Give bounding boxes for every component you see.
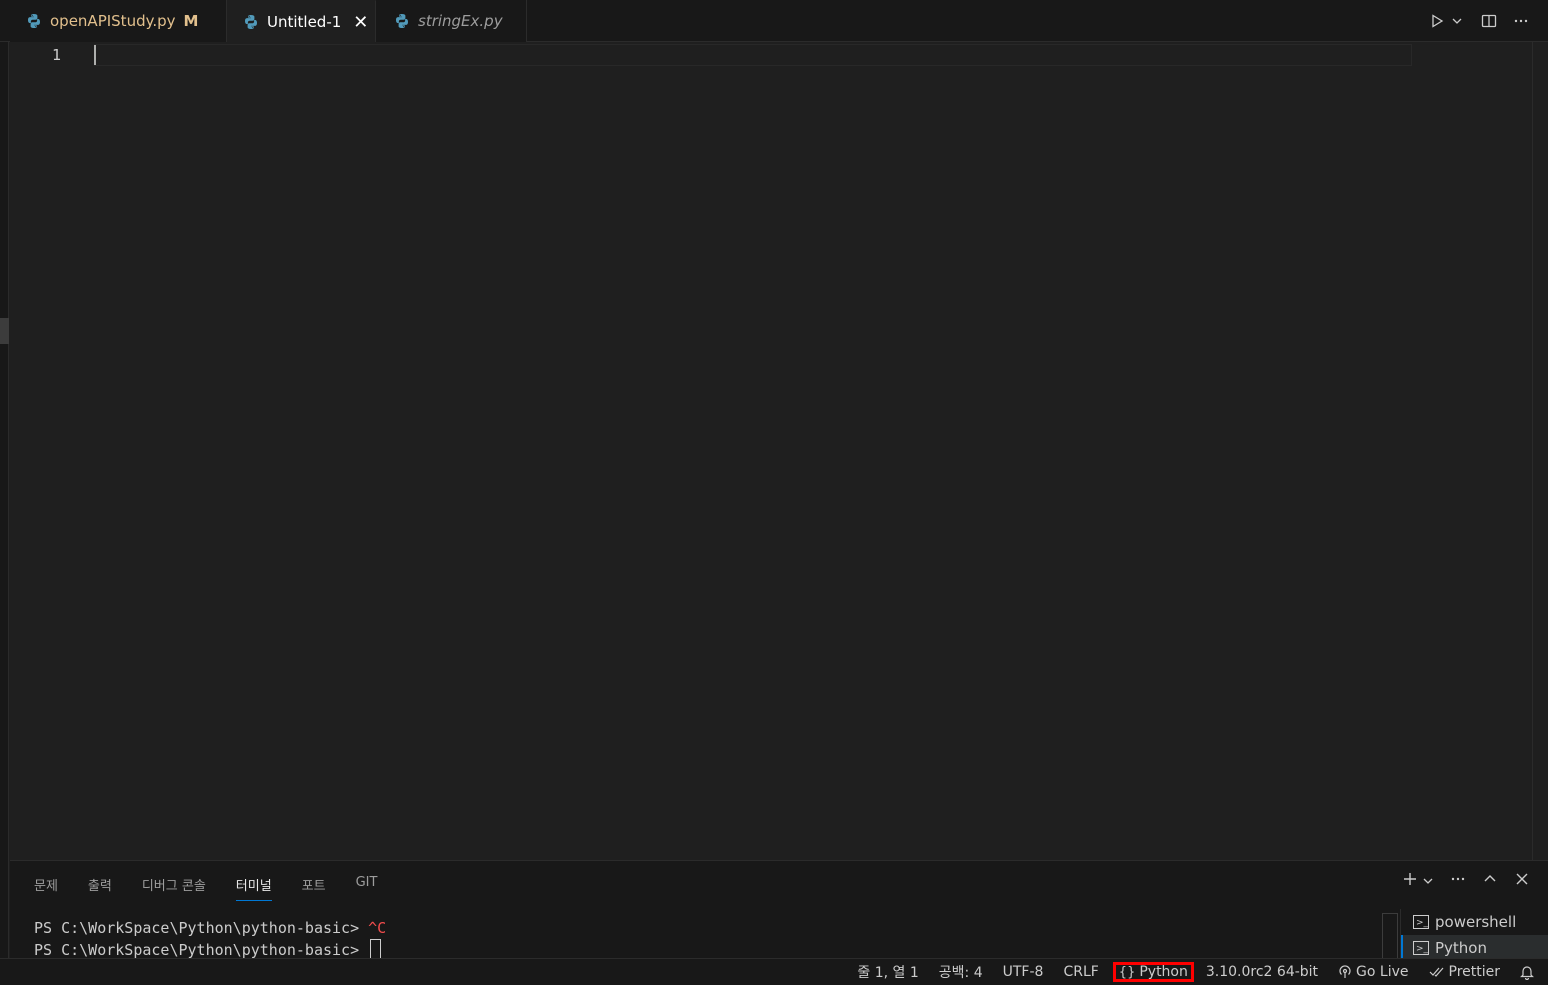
terminal-prompt: PS C:\WorkSpace\Python\python-basic>	[34, 941, 369, 959]
terminal-cursor	[370, 939, 382, 959]
tab-ports[interactable]: 포트	[302, 875, 326, 901]
terminal-line: PS C:\WorkSpace\Python\python-basic> ^C	[34, 917, 386, 939]
python-icon	[245, 15, 257, 29]
terminal-output[interactable]: PS C:\WorkSpace\Python\python-basic> ^C P…	[34, 917, 386, 961]
python-interpreter[interactable]: 3.10.0rc2 64-bit	[1206, 964, 1318, 980]
broadcast-icon	[1339, 965, 1351, 978]
python-icon	[396, 14, 408, 28]
editor-tab-bar: openAPIStudy.py M Untitled-1 ✕ stringEx.…	[0, 0, 1548, 43]
terminal-item-label: Python	[1435, 939, 1487, 957]
more-icon[interactable]	[1450, 871, 1466, 891]
tab-problems[interactable]: 문제	[34, 875, 58, 901]
interrupt-text: ^C	[368, 919, 387, 937]
tab-openapistudy[interactable]: openAPIStudy.py M	[10, 0, 227, 42]
go-live-button[interactable]: Go Live	[1338, 964, 1409, 980]
end-of-line[interactable]: CRLF	[1063, 964, 1098, 980]
tab-label: Untitled-1	[267, 13, 342, 31]
terminal-icon: >_	[1413, 915, 1429, 929]
status-bar: 줄 1, 열 1 공백: 4 UTF-8 CRLF {} Python 3.10…	[0, 958, 1548, 985]
status-items: 줄 1, 열 1 공백: 4 UTF-8 CRLF {} Python 3.10…	[837, 959, 1534, 985]
language-mode[interactable]: {} Python	[1112, 962, 1194, 982]
panel-actions	[1402, 871, 1530, 891]
text-caret	[94, 45, 96, 65]
tab-output[interactable]: 출력	[88, 875, 112, 901]
terminal-scrollbar[interactable]	[1382, 913, 1398, 959]
panel-tabs: 문제 출력 디버그 콘솔 터미널 포트 GIT	[34, 875, 407, 901]
maximize-panel-icon[interactable]	[1482, 871, 1498, 891]
braces-icon: {}	[1118, 964, 1136, 980]
close-icon[interactable]	[1514, 871, 1530, 891]
tab-label: stringEx.py	[418, 12, 503, 30]
editor-actions	[1428, 0, 1530, 42]
current-line-highlight	[94, 44, 1412, 66]
python-icon	[28, 14, 40, 28]
tab-label: openAPIStudy.py	[50, 12, 176, 30]
run-icon[interactable]	[1428, 12, 1446, 30]
editor-area[interactable]: 1	[10, 42, 1532, 860]
terminal-item-powershell[interactable]: >_ powershell	[1401, 909, 1548, 935]
activity-edge	[0, 0, 9, 985]
bell-icon[interactable]	[1520, 964, 1534, 980]
line-number: 1	[52, 46, 62, 64]
tab-debug-console[interactable]: 디버그 콘솔	[142, 875, 206, 901]
encoding[interactable]: UTF-8	[1003, 964, 1044, 980]
cursor-position[interactable]: 줄 1, 열 1	[857, 962, 918, 982]
double-check-icon	[1429, 967, 1443, 977]
chevron-down-icon[interactable]	[1422, 872, 1434, 891]
terminal-list: >_ powershell >_ Python	[1400, 909, 1548, 961]
language-label: Python	[1139, 964, 1188, 980]
bottom-panel: 문제 출력 디버그 콘솔 터미널 포트 GIT PS C:\WorkSpace\…	[10, 860, 1548, 961]
editor-scrollbar[interactable]	[1532, 42, 1548, 860]
go-live-label: Go Live	[1356, 964, 1409, 980]
add-terminal-icon[interactable]	[1402, 871, 1418, 891]
tab-git[interactable]: GIT	[356, 875, 378, 901]
close-icon[interactable]: ✕	[353, 12, 368, 33]
indentation[interactable]: 공백: 4	[939, 962, 983, 982]
terminal-prompt: PS C:\WorkSpace\Python\python-basic>	[34, 919, 369, 937]
chevron-down-icon[interactable]	[1448, 12, 1466, 30]
modified-badge: M	[183, 12, 199, 30]
terminal-item-label: powershell	[1435, 913, 1517, 931]
tab-terminal[interactable]: 터미널	[235, 875, 272, 901]
prettier-status[interactable]: Prettier	[1429, 964, 1501, 980]
tab-untitled-1[interactable]: Untitled-1 ✕	[227, 0, 376, 43]
prettier-label: Prettier	[1448, 964, 1501, 980]
tab-stringex[interactable]: stringEx.py	[376, 0, 527, 42]
terminal-icon: >_	[1413, 941, 1429, 955]
split-editor-icon[interactable]	[1480, 12, 1498, 30]
more-icon[interactable]	[1512, 12, 1530, 30]
sash-indicator	[0, 318, 9, 344]
